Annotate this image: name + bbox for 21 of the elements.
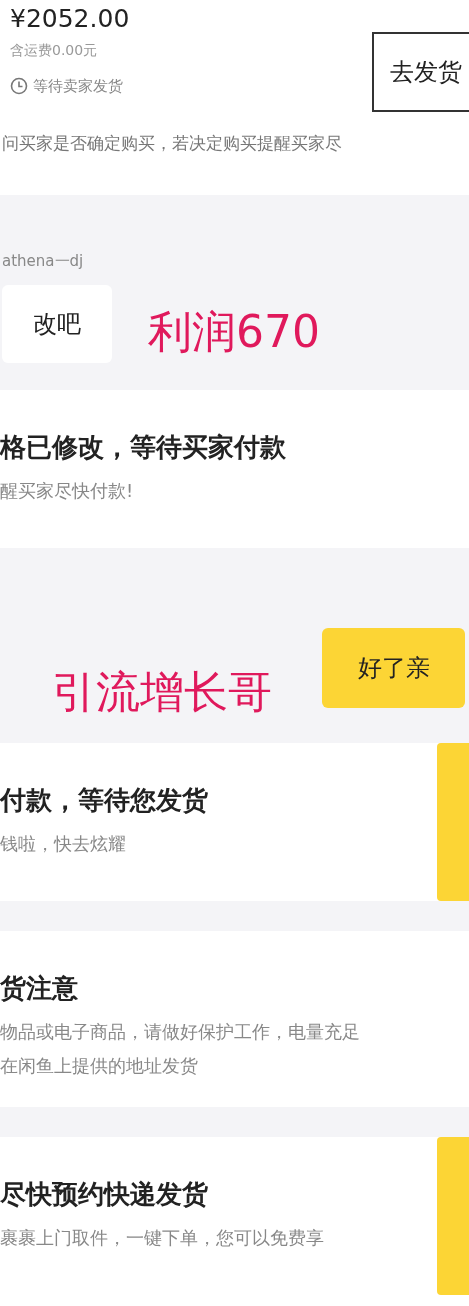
price: ¥2052.00 xyxy=(10,4,130,34)
card-title: 货注意 xyxy=(0,972,79,1005)
card-text: 物品或电子商品，请做好保护工作，电量充足 xyxy=(0,1020,361,1044)
message-bubble: 改吧 xyxy=(2,284,112,363)
order-status: 等待卖家发货 xyxy=(33,76,123,97)
notice-text: 问买家是否确定购买，若决定购买提醒买家尽 xyxy=(2,133,342,153)
message-bubble: 好了亲 xyxy=(322,628,465,708)
annotation-text: 利润670 xyxy=(148,310,320,354)
card-text: 在闲鱼上提供的地址发货 xyxy=(0,1054,199,1078)
card-title: 格已修改，等待买家付款 xyxy=(0,431,287,464)
annotation-text: 引流增长哥 xyxy=(52,670,272,714)
action-button[interactable] xyxy=(437,1137,469,1295)
card-text: 醒买家尽快付款! xyxy=(0,479,135,503)
card-title: 尽快预约快递发货 xyxy=(0,1178,209,1211)
ship-button[interactable]: 去发货 xyxy=(372,32,469,112)
action-button[interactable] xyxy=(437,743,469,901)
shipping-fee: 含运费0.00元 xyxy=(10,41,99,60)
card-text: 裹裹上门取件，一键下单，您可以免费享 xyxy=(0,1226,325,1250)
card-text: 钱啦，快去炫耀 xyxy=(0,832,127,856)
sender-name: athena一dj xyxy=(1,251,84,272)
clock-icon xyxy=(10,77,28,96)
